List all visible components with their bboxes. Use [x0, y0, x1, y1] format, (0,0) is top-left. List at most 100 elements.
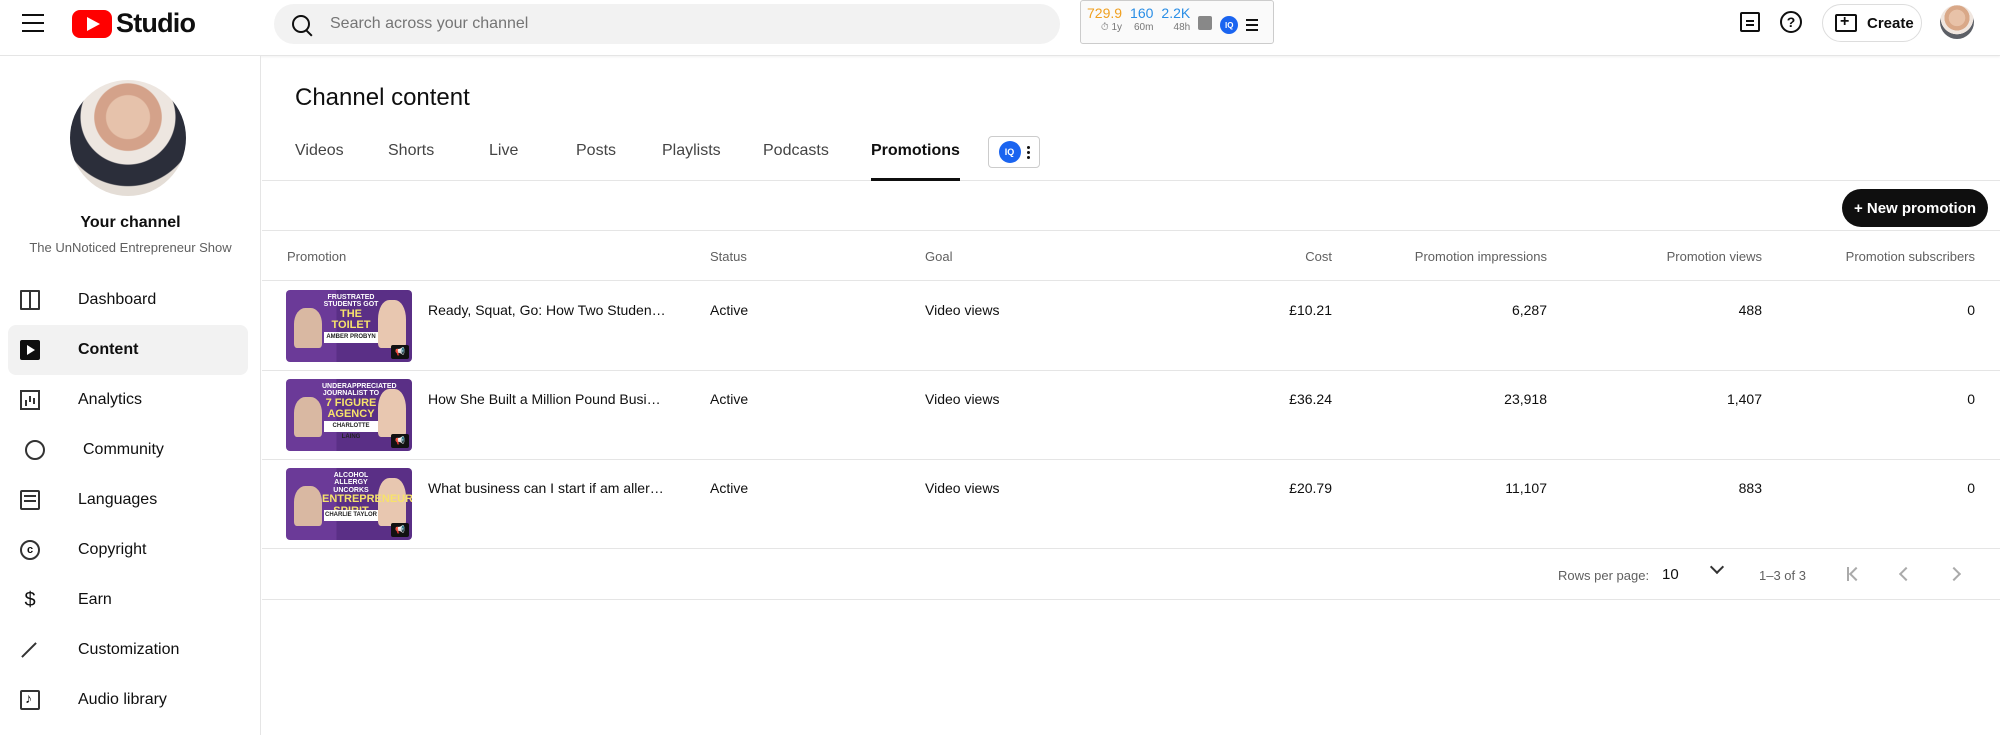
stat-48h: 2.2K 48h	[1161, 5, 1191, 33]
top-bar: Studio 729.9 ⏱ 1y 160 60m 2.2K 48h IQ ? …	[0, 0, 2000, 56]
sidebar-item-content[interactable]: Content	[8, 325, 248, 375]
col-promotion: Promotion	[287, 249, 347, 264]
table-row[interactable]: Frustrated students gotthe toilet queue …	[262, 282, 2000, 371]
promotion-status: Active	[710, 302, 749, 318]
col-subscribers: Promotion subscribers	[1845, 249, 1975, 264]
tab-promotions[interactable]: Promotions	[871, 136, 960, 181]
table-row[interactable]: Alcohol allergy uncorksentrepreneur spir…	[262, 460, 2000, 549]
prev-page-icon[interactable]	[1894, 564, 1914, 584]
content-tabs: Videos Shorts Live Posts Playlists Podca…	[262, 136, 2000, 181]
col-cost: Cost	[1305, 249, 1332, 264]
rows-per-page-value[interactable]: 10	[1662, 566, 1679, 583]
sidebar-item-copyright[interactable]: c Copyright	[8, 525, 248, 575]
search-input[interactable]	[330, 15, 1030, 33]
megaphone-icon: 📢	[391, 434, 409, 448]
sidebar: Your channel The UnNoticed Entrepreneur …	[0, 56, 261, 735]
search-bar[interactable]	[274, 4, 1060, 44]
channel-avatar[interactable]	[70, 80, 186, 196]
thumbnail-guest-name: CHARLOTTE LAING	[324, 421, 378, 440]
video-thumbnail[interactable]: Frustrated students gotthe toilet queue …	[286, 290, 412, 362]
promotion-impressions: 23,918	[1504, 391, 1547, 407]
promotion-title[interactable]: Ready, Squat, Go: How Two Students …	[428, 302, 668, 318]
search-icon	[292, 15, 310, 33]
feedback-icon[interactable]	[1740, 12, 1760, 32]
promotion-status: Active	[710, 391, 749, 407]
new-promotion-button[interactable]: + New promotion	[1842, 189, 1988, 227]
promotion-impressions: 6,287	[1511, 302, 1547, 318]
audio-library-icon	[20, 690, 40, 710]
table-header: Promotion Status Goal Cost Promotion imp…	[262, 231, 2000, 281]
languages-icon	[20, 490, 40, 510]
pagination-range: 1–3 of 3	[1759, 568, 1806, 583]
tab-shorts[interactable]: Shorts	[388, 136, 434, 181]
thumbnail-guest	[378, 389, 406, 437]
channel-title: Your channel	[80, 214, 181, 231]
video-thumbnail[interactable]: Underappreciated journalist to 7 figure a…	[286, 379, 412, 451]
tab-live[interactable]: Live	[489, 136, 518, 181]
thumbnail-guest-name: CHARLIE TAYLOR	[324, 510, 378, 521]
sidebar-item-community[interactable]: Community	[8, 425, 248, 475]
sidebar-item-customization[interactable]: Customization	[8, 625, 248, 675]
sidebar-item-languages[interactable]: Languages	[8, 475, 248, 525]
promotion-cost: £20.79	[1289, 480, 1332, 496]
studio-logo[interactable]: Studio	[72, 8, 196, 39]
stat-60m: 160 60m	[1130, 5, 1154, 33]
vidiq-tab-button[interactable]: IQ	[988, 136, 1040, 168]
promotion-title[interactable]: How She Built a Million Pound Busine…	[428, 391, 668, 407]
rows-per-page-label: Rows per page:	[1558, 568, 1650, 583]
table-row[interactable]: Underappreciated journalist to 7 figure a…	[262, 371, 2000, 460]
chevron-down-icon[interactable]	[1709, 559, 1725, 575]
col-goal: Goal	[925, 249, 953, 264]
list-menu-icon[interactable]	[1246, 19, 1259, 34]
promotion-goal: Video views	[925, 480, 1000, 496]
vidiq-icon[interactable]: IQ	[1220, 16, 1239, 34]
vidiq-icon: IQ	[998, 141, 1021, 163]
earn-icon: $	[24, 588, 36, 611]
thumbnail-host	[294, 308, 322, 348]
vidiq-stats-widget[interactable]: 729.9 ⏱ 1y 160 60m 2.2K 48h IQ	[1080, 0, 1274, 44]
page-title: Channel content	[295, 84, 470, 111]
bar-chart-icon[interactable]	[1198, 16, 1213, 30]
next-page-icon[interactable]	[1946, 564, 1966, 584]
menu-icon[interactable]	[22, 14, 44, 32]
promotions-toolbar: + New promotion	[262, 181, 2000, 231]
customization-icon	[20, 640, 40, 660]
copyright-icon: c	[20, 540, 40, 560]
megaphone-icon: 📢	[391, 523, 409, 537]
help-icon[interactable]: ?	[1780, 11, 1802, 33]
thumbnail-guest-name: AMBER PROBYN	[324, 332, 378, 343]
promotion-cost: £36.24	[1289, 391, 1332, 407]
col-impressions: Promotion impressions	[1414, 249, 1547, 264]
analytics-icon	[20, 390, 40, 410]
col-views: Promotion views	[1666, 249, 1762, 264]
create-button[interactable]: Create	[1822, 4, 1922, 42]
video-thumbnail[interactable]: Alcohol allergy uncorksentrepreneur spir…	[286, 468, 412, 540]
thumbnail-guest	[378, 300, 406, 348]
create-video-icon	[1835, 13, 1857, 32]
tab-posts[interactable]: Posts	[576, 136, 616, 181]
tab-podcasts[interactable]: Podcasts	[763, 136, 829, 181]
first-page-icon[interactable]	[1844, 564, 1864, 584]
account-avatar[interactable]	[1940, 5, 1974, 39]
more-vert-icon	[1026, 144, 1030, 161]
sidebar-item-analytics[interactable]: Analytics	[8, 375, 248, 425]
sidebar-item-audio-library[interactable]: Audio library	[8, 675, 248, 725]
promotion-goal: Video views	[925, 391, 1000, 407]
tab-playlists[interactable]: Playlists	[662, 136, 721, 181]
tab-videos[interactable]: Videos	[295, 136, 344, 181]
promotion-title[interactable]: What business can I start if am allergi…	[428, 480, 668, 496]
promotion-cost: £10.21	[1289, 302, 1332, 318]
promotion-subscribers: 0	[1967, 391, 1975, 407]
promotion-subscribers: 0	[1967, 302, 1975, 318]
sidebar-item-dashboard[interactable]: Dashboard	[8, 275, 248, 325]
community-icon	[25, 440, 45, 460]
thumbnail-host	[294, 486, 322, 526]
sidebar-item-earn[interactable]: $ Earn	[8, 575, 248, 625]
channel-name: The UnNoticed Entrepreneur Show	[29, 240, 232, 255]
promotion-goal: Video views	[925, 302, 1000, 318]
youtube-play-icon	[72, 9, 112, 38]
sidebar-nav: Dashboard Content Analytics Community La…	[8, 275, 248, 725]
promotion-views: 488	[1738, 302, 1762, 318]
thumbnail-host	[294, 397, 322, 437]
main-content: Channel content Videos Shorts Live Posts…	[262, 56, 2000, 735]
